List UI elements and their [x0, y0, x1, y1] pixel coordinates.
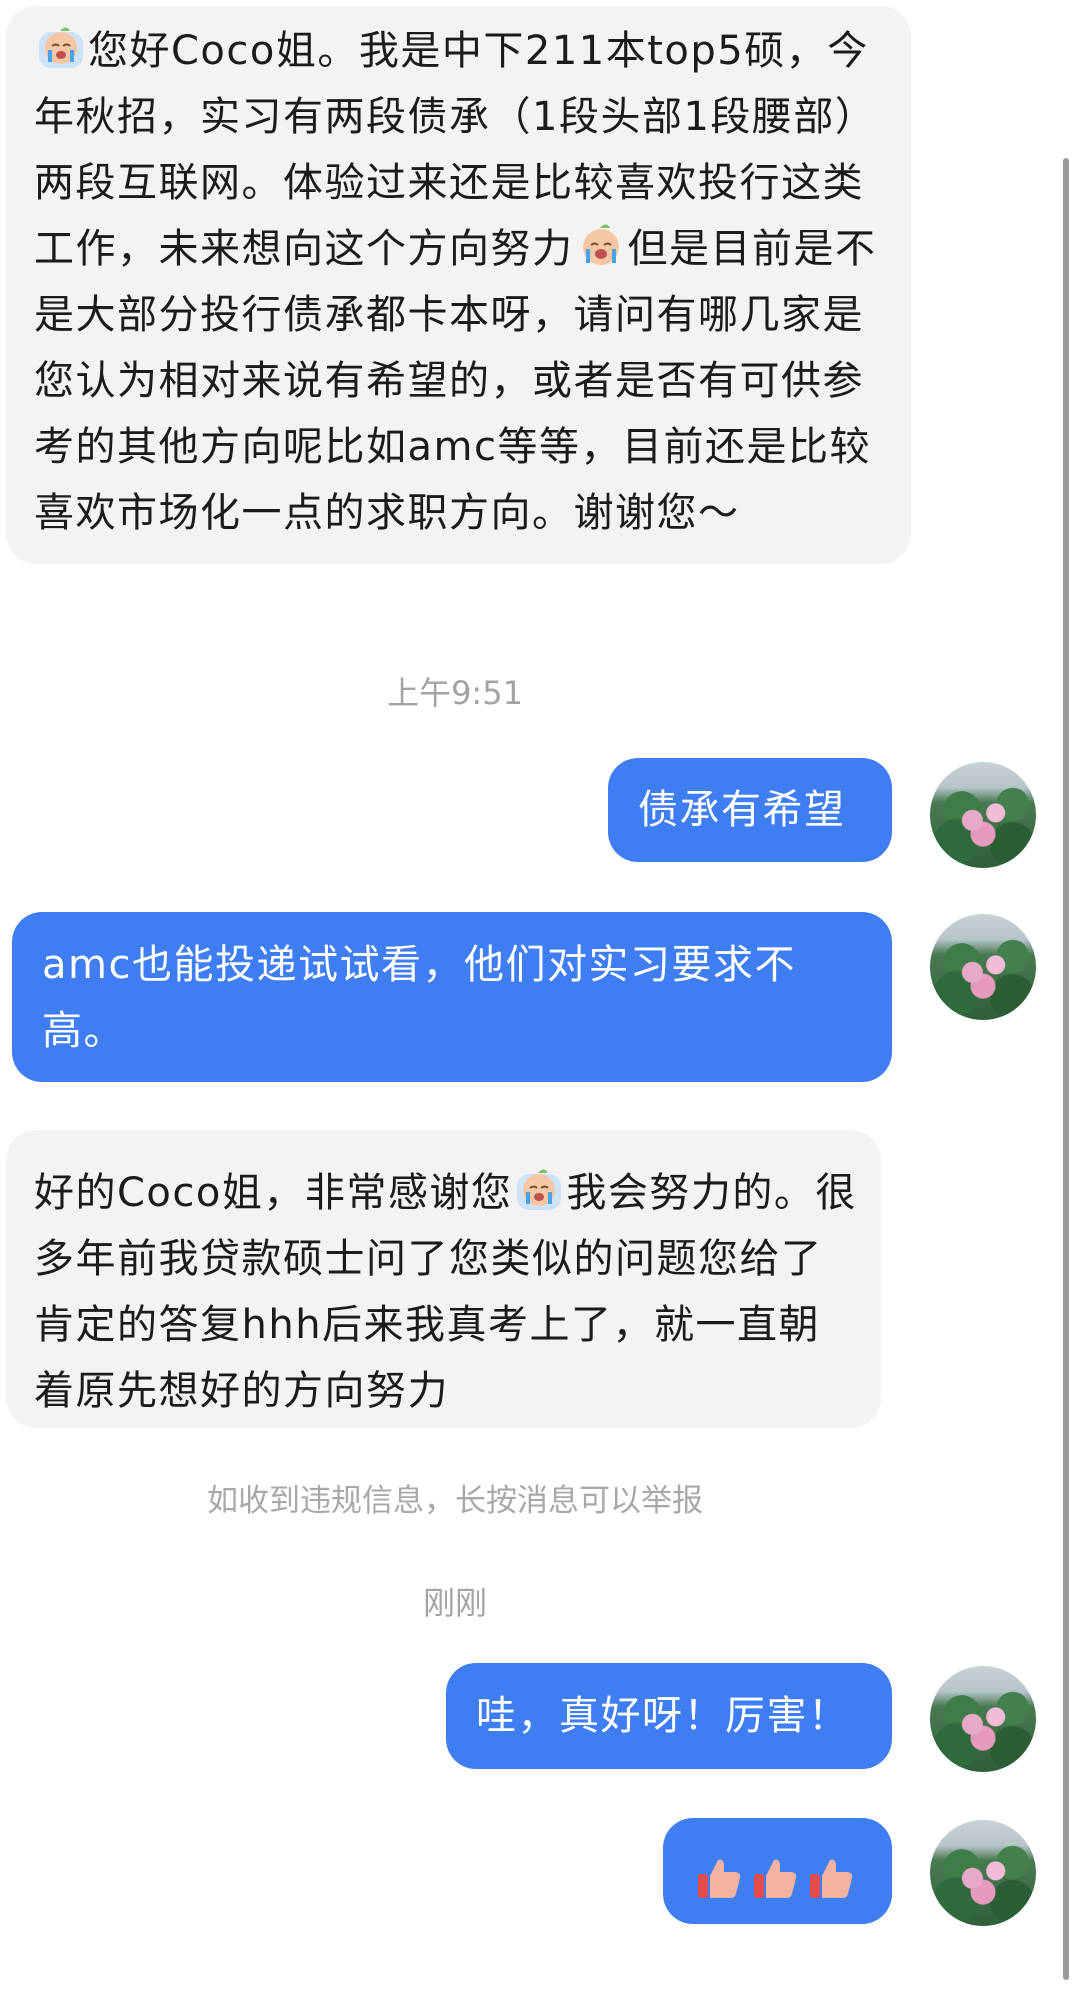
scrollbar[interactable]: [1063, 158, 1069, 1980]
incoming-message-1[interactable]: 您好Coco姐。我是中下211本top5硕，今年秋招，实习有两段债承（1段头部1…: [6, 6, 911, 564]
message-4-text-a: 好的Coco姐，非常感谢您: [34, 1170, 513, 1216]
outgoing-message-2[interactable]: 债承有希望: [608, 758, 892, 862]
crying-face-emoji-icon: [39, 27, 83, 68]
outgoing-message-5[interactable]: 哇，真好呀！厉害！: [446, 1663, 892, 1769]
message-5-text: 哇，真好呀！厉害！: [476, 1693, 850, 1739]
lotus-avatar[interactable]: [930, 914, 1036, 1020]
incoming-message-4[interactable]: 好的Coco姐，非常感谢您 我会努力的。很多年前我贷款硕士问了您类似的问题您给了…: [6, 1130, 881, 1428]
thumbs-up-icon: [754, 1859, 797, 1898]
thumbs-up-icon: [698, 1859, 741, 1898]
lotus-avatar[interactable]: [930, 1666, 1036, 1772]
lotus-avatar[interactable]: [930, 762, 1036, 868]
message-3-text: amc也能投递试试看，他们对实习要求不高。: [42, 942, 796, 1054]
message-2-text: 债承有希望: [638, 787, 846, 833]
crying-face-emoji-icon: [582, 224, 619, 265]
message-1-text-b: 但是目前是不是大部分投行债承都卡本呀，请问有哪几家是您认为相对来说有希望的，或者…: [34, 226, 877, 536]
outgoing-message-6[interactable]: [663, 1818, 892, 1924]
report-notice: 如收到违规信息，长按消息可以举报: [207, 1483, 703, 1519]
crying-face-emoji-icon: [517, 1169, 562, 1210]
outgoing-message-3[interactable]: amc也能投递试试看，他们对实习要求不高。: [12, 912, 892, 1082]
timestamp: 上午9:51: [387, 674, 523, 712]
thumbs-up-icon: [810, 1859, 853, 1898]
timestamp: 刚刚: [422, 1584, 487, 1622]
lotus-avatar[interactable]: [930, 1820, 1036, 1926]
